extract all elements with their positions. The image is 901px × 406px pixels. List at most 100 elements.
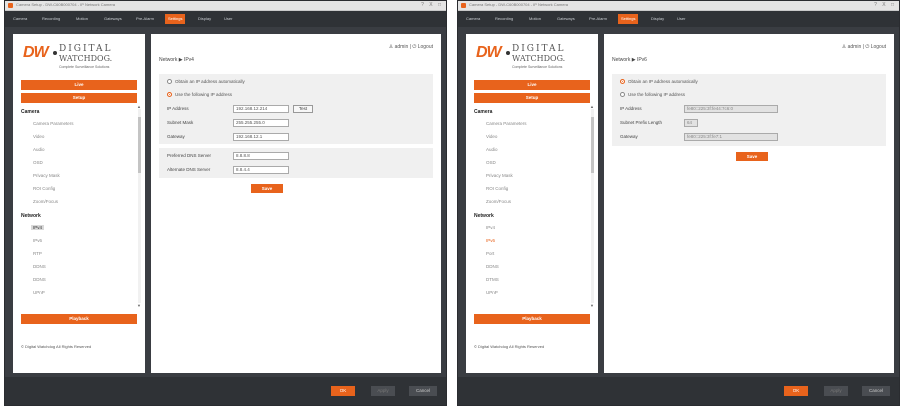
menu-user[interactable]: User	[221, 14, 235, 24]
nav-item-port[interactable]: Port	[486, 251, 494, 256]
scroll-thumb[interactable]	[591, 117, 594, 173]
nav-item-osd[interactable]: OSD	[33, 160, 43, 165]
logout-icon[interactable]: ⏻	[412, 44, 416, 50]
scroll-thumb[interactable]	[138, 117, 141, 173]
setup-window-ipv6: Camera Setup - DW-C60B000704 - IP Networ…	[457, 0, 900, 406]
nav-item-video[interactable]: Video	[486, 134, 497, 139]
nav-item-ddns-2[interactable]: DDNS	[33, 277, 46, 282]
gateway-label: Gateway	[620, 134, 638, 139]
scroll-up-icon[interactable]: ▲	[590, 104, 594, 109]
apply-button[interactable]: Apply	[824, 386, 848, 396]
menu-recording[interactable]: Recording	[492, 14, 516, 24]
nav-item-roi-config[interactable]: ROI Config	[486, 186, 508, 191]
gateway-field[interactable]: 192.168.12.1	[233, 133, 289, 141]
radio-obtain-auto[interactable]: Obtain an IP address automatically	[620, 79, 698, 84]
nav-item-zoom-focus[interactable]: Zoom/Focus	[33, 199, 58, 204]
menu-gateways[interactable]: Gateways	[554, 14, 578, 24]
window-controls[interactable]: ? X □	[874, 2, 896, 8]
nav-scrollbar[interactable]: ▲ ▼	[590, 104, 594, 308]
ip-address-field[interactable]: 192.168.12.214	[233, 105, 289, 113]
menu-camera[interactable]: Camera	[10, 14, 30, 24]
logo-dot	[506, 51, 510, 55]
nav-item-camera-parameters[interactable]: Camera Parameters	[33, 121, 74, 126]
menu-settings[interactable]: Settings	[165, 14, 186, 24]
cancel-button[interactable]: Cancel	[409, 386, 437, 396]
scroll-down-icon[interactable]: ▼	[137, 303, 141, 308]
ok-button[interactable]: OK	[331, 386, 355, 396]
nav-scrollbar[interactable]: ▲ ▼	[137, 104, 141, 308]
logo-line2: WATCHDOG.	[512, 54, 566, 63]
radio-button-selected[interactable]	[167, 92, 172, 97]
scroll-up-icon[interactable]: ▲	[137, 104, 141, 109]
nav-item-camera-parameters[interactable]: Camera Parameters	[486, 121, 527, 126]
menu-recording[interactable]: Recording	[39, 14, 63, 24]
gateway-field[interactable]: fe80::225:3f:fe7:1	[684, 133, 778, 141]
menu-motion[interactable]: Motion	[526, 14, 544, 24]
setup-window-ipv4: Camera Setup - DW-C60B000704 - IP Networ…	[4, 0, 447, 406]
setup-button[interactable]: Setup	[21, 93, 137, 103]
test-button[interactable]: Test	[293, 105, 313, 113]
live-button[interactable]: Live	[21, 80, 137, 90]
nav-item-ddns[interactable]: DDNS	[486, 264, 499, 269]
menu-pre-alarm[interactable]: Pre-Alarm	[586, 14, 610, 24]
nav-item-osd[interactable]: OSD	[486, 160, 496, 165]
copyright: © Digital Watchdog All Rights Reserved	[21, 344, 92, 349]
nav-item-rtp[interactable]: RTP	[33, 251, 42, 256]
apply-button[interactable]: Apply	[371, 386, 395, 396]
nav-item-roi-config[interactable]: ROI Config	[33, 186, 55, 191]
menu-settings[interactable]: Settings	[618, 14, 639, 24]
radio-button[interactable]	[620, 92, 625, 97]
ip-settings-panel: Obtain an IP address automatically Use t…	[159, 74, 433, 144]
nav-item-privacy-mask[interactable]: Privacy Mask	[33, 173, 60, 178]
menu-display[interactable]: Display	[648, 14, 667, 24]
nav-item-zoom-focus[interactable]: Zoom/Focus	[486, 199, 511, 204]
logout-link[interactable]: Logout	[871, 44, 886, 50]
cancel-button[interactable]: Cancel	[862, 386, 890, 396]
nav-item-ipv4[interactable]: IPv4	[486, 225, 495, 230]
playback-button[interactable]: Playback	[21, 314, 137, 324]
radio-button[interactable]	[167, 79, 172, 84]
setup-nav: Camera Camera Parameters Video Audio OSD…	[474, 106, 595, 306]
nav-item-ipv4[interactable]: IPv4	[31, 225, 45, 230]
user-bar: ♙ admin | ⏻ Logout	[842, 44, 886, 50]
radio-use-following[interactable]: Use the following IP address	[167, 92, 232, 97]
nav-item-dtms[interactable]: DTMS	[486, 277, 499, 282]
save-button[interactable]: Save	[736, 152, 768, 161]
menu-pre-alarm[interactable]: Pre-Alarm	[133, 14, 157, 24]
radio-obtain-auto[interactable]: Obtain an IP address automatically	[167, 79, 245, 84]
subnet-prefix-field[interactable]: 64	[684, 119, 698, 127]
live-button[interactable]: Live	[474, 80, 590, 90]
radio-use-following[interactable]: Use the following IP address	[620, 92, 685, 97]
nav-item-ipv6[interactable]: IPv6	[33, 238, 42, 243]
subnet-mask-field[interactable]: 255.255.255.0	[233, 119, 289, 127]
breadcrumb: Network ▶ IPv4	[159, 57, 194, 63]
scroll-down-icon[interactable]: ▼	[590, 303, 594, 308]
digital-watchdog-logo: DW DIGITAL WATCHDOG. Complete Surveillan…	[23, 42, 135, 72]
save-button[interactable]: Save	[251, 184, 283, 193]
menu-camera[interactable]: Camera	[463, 14, 483, 24]
nav-item-upnp[interactable]: UPnP	[33, 290, 45, 295]
logout-icon[interactable]: ⏻	[865, 44, 869, 50]
window-controls[interactable]: ? X □	[421, 2, 443, 8]
nav-item-audio[interactable]: Audio	[486, 147, 498, 152]
logout-link[interactable]: Logout	[418, 44, 433, 50]
ok-button[interactable]: OK	[784, 386, 808, 396]
preferred-dns-field[interactable]: 8.8.8.8	[233, 152, 289, 160]
alternate-dns-field[interactable]: 8.8.4.4	[233, 166, 289, 174]
nav-item-video[interactable]: Video	[33, 134, 44, 139]
nav-item-upnp[interactable]: UPnP	[486, 290, 498, 295]
radio-button-selected[interactable]	[620, 79, 625, 84]
nav-item-ddns[interactable]: DDNS	[33, 264, 46, 269]
menu-display[interactable]: Display	[195, 14, 214, 24]
menu-user[interactable]: User	[674, 14, 688, 24]
setup-button[interactable]: Setup	[474, 93, 590, 103]
nav-item-audio[interactable]: Audio	[33, 147, 45, 152]
nav-item-privacy-mask[interactable]: Privacy Mask	[486, 173, 513, 178]
logo-line2: WATCHDOG.	[59, 54, 113, 63]
menu-gateways[interactable]: Gateways	[101, 14, 125, 24]
menu-motion[interactable]: Motion	[73, 14, 91, 24]
playback-button[interactable]: Playback	[474, 314, 590, 324]
ip-address-label: IP Address	[620, 106, 642, 111]
nav-item-ipv6[interactable]: IPv6	[486, 238, 495, 243]
ip-address-field[interactable]: fe80::225:3f:fe44:7c6:0	[684, 105, 778, 113]
